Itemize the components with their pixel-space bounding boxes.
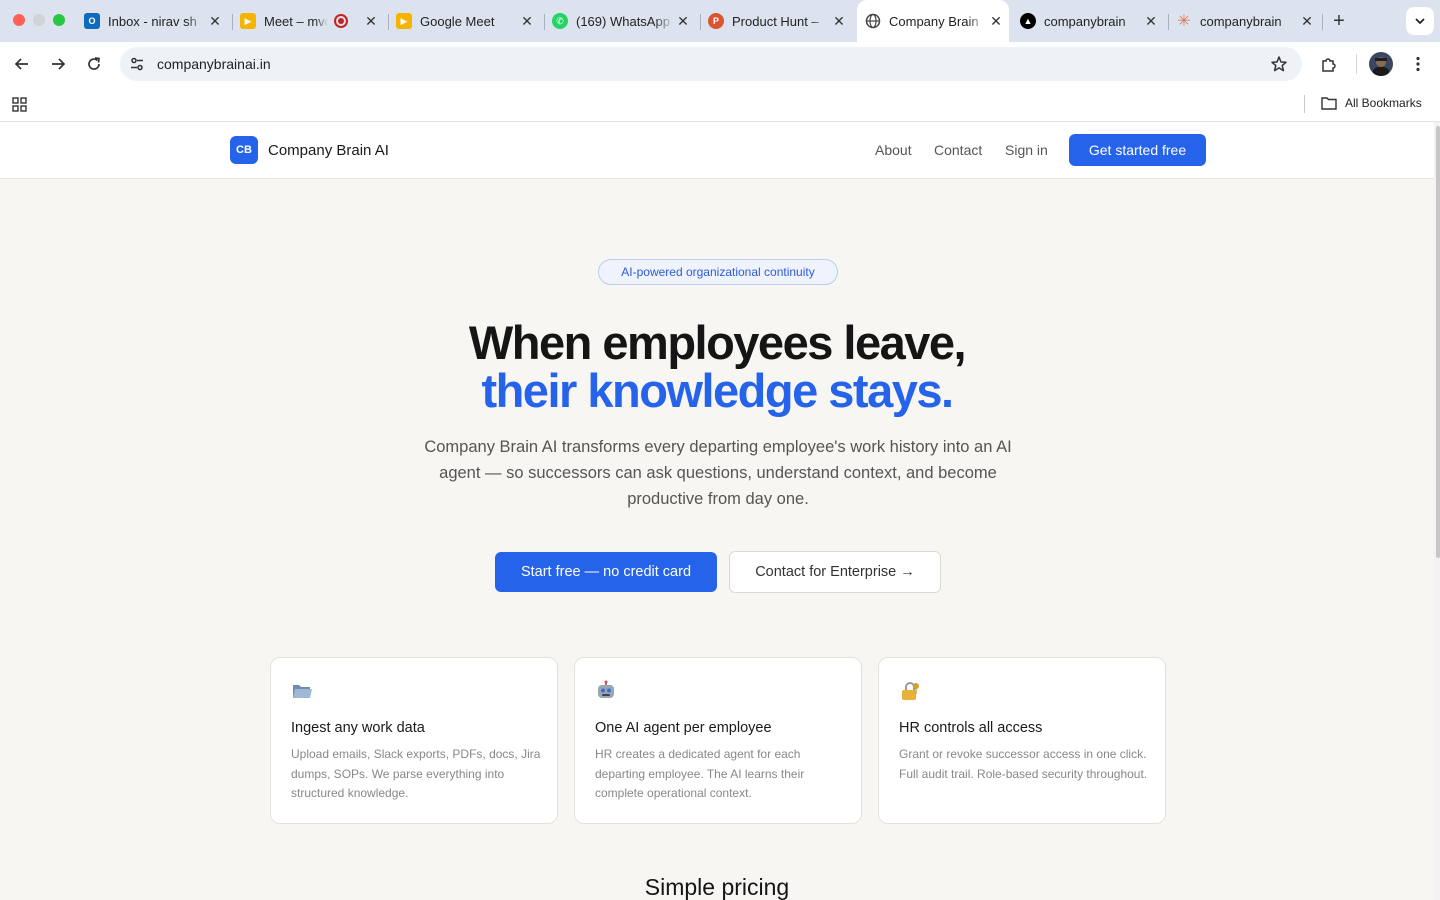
feature-title: One AI agent per employee — [595, 720, 772, 736]
vercel-icon: ▲ — [1020, 13, 1036, 29]
tab-separator — [700, 14, 701, 30]
browser-tab-strip: O Inbox - nirav sh ✕ ▶ Meet – mvc ✕ ▶ Go… — [0, 0, 1440, 42]
new-tab-button[interactable]: + — [1329, 10, 1349, 33]
folder-outline-icon — [1321, 97, 1337, 110]
tab-separator — [388, 14, 389, 30]
url-text: companybrainai.in — [157, 56, 271, 72]
feature-description: HR creates a dedicated agent for each de… — [595, 747, 805, 800]
close-tab-icon[interactable]: ✕ — [1142, 13, 1160, 30]
nav-contact-link[interactable]: Contact — [934, 142, 982, 158]
hero-subtext: Company Brain AI transforms every depart… — [424, 438, 1012, 508]
close-tab-icon[interactable]: ✕ — [1298, 13, 1316, 30]
robot-icon — [598, 680, 614, 698]
nav-about-link[interactable]: About — [875, 142, 912, 158]
browser-tab-vercel[interactable]: ▲ companybrain ✕ — [1020, 6, 1164, 36]
browser-tab-inbox[interactable]: O Inbox - nirav sh ✕ — [84, 6, 228, 36]
browser-tab-claude[interactable]: ✳ companybrain ✕ — [1176, 6, 1320, 36]
browser-tab-product-hunt[interactable]: P Product Hunt – ✕ — [708, 6, 852, 36]
puzzle-icon — [1322, 58, 1336, 72]
profile-avatar[interactable] — [1369, 52, 1393, 76]
close-tab-icon[interactable]: ✕ — [987, 13, 1005, 30]
feature-card-access: HR controls all access Grant or revoke s… — [878, 657, 1166, 824]
start-free-button[interactable]: Start free — no credit card — [495, 552, 717, 592]
browser-tab-company-brain[interactable]: Company Brain ✕ — [857, 0, 1009, 42]
feature-card-ingest: Ingest any work data Upload emails, Slac… — [270, 657, 558, 824]
nav-signin-link[interactable]: Sign in — [1005, 142, 1048, 158]
close-tab-icon[interactable]: ✕ — [830, 13, 848, 30]
close-tab-icon[interactable]: ✕ — [674, 13, 692, 30]
google-meet-icon: ▶ — [240, 13, 256, 29]
pricing-heading: Simple pricing — [644, 874, 790, 900]
apps-grid-icon[interactable] — [12, 97, 27, 112]
close-tab-icon[interactable]: ✕ — [518, 13, 536, 30]
address-bar[interactable]: companybrainai.in — [120, 47, 1302, 81]
reload-icon — [88, 57, 100, 70]
whatsapp-icon: ✆ — [552, 13, 568, 29]
bookmarks-divider — [1304, 95, 1305, 113]
reload-button[interactable] — [82, 52, 106, 76]
tab-separator — [1322, 14, 1323, 30]
claude-icon: ✳ — [1177, 13, 1191, 30]
bookmarks-bar: All Bookmarks — [0, 86, 1440, 122]
tab-separator — [232, 14, 233, 30]
site-header: CB Company Brain AI About Contact Sign i… — [0, 122, 1434, 179]
maximize-window-button[interactable] — [53, 14, 65, 26]
lock-icon — [902, 682, 919, 700]
toolbar-divider — [1356, 54, 1357, 74]
back-button[interactable] — [10, 52, 34, 76]
close-tab-icon[interactable]: ✕ — [362, 13, 380, 30]
folder-icon — [293, 685, 312, 698]
all-bookmarks-button[interactable]: All Bookmarks — [1321, 96, 1422, 110]
product-hunt-icon: P — [708, 13, 724, 29]
browser-toolbar: companybrainai.in — [0, 42, 1440, 86]
tab-separator — [544, 14, 545, 30]
page-scrollbar-thumb[interactable] — [1436, 126, 1440, 558]
get-started-button[interactable]: Get started free — [1069, 134, 1206, 166]
feature-description: Upload emails, Slack exports, PDFs, docs… — [291, 747, 541, 800]
recording-icon — [334, 14, 348, 28]
arrow-left-icon — [14, 58, 28, 70]
avatar-icon — [1373, 57, 1389, 76]
logo-text[interactable]: Company Brain AI — [268, 142, 389, 159]
forward-button[interactable] — [46, 52, 70, 76]
close-tab-icon[interactable]: ✕ — [206, 13, 224, 30]
hero-headline-line-2: their knowledge stays. — [481, 364, 954, 417]
close-window-button[interactable] — [13, 14, 25, 26]
logo-badge[interactable]: CB — [230, 136, 258, 164]
globe-icon — [865, 13, 881, 29]
extensions-button[interactable] — [1317, 52, 1341, 76]
minimize-window-button[interactable] — [33, 14, 45, 26]
arrow-right-icon — [52, 58, 66, 70]
site-info-icon[interactable] — [129, 56, 145, 72]
contact-enterprise-button[interactable]: Contact for Enterprise → — [729, 551, 941, 593]
kebab-menu-icon — [1416, 56, 1420, 72]
bookmark-star-icon[interactable] — [1270, 55, 1288, 73]
browser-tab-google-meet[interactable]: ▶ Google Meet ✕ — [396, 6, 540, 36]
browser-tab-whatsapp[interactable]: ✆ (169) WhatsApp ✕ — [552, 6, 696, 36]
hero-pill-badge: AI-powered organizational continuity — [598, 259, 838, 285]
feature-card-agent: One AI agent per employee HR creates a d… — [574, 657, 862, 824]
google-meet-icon: ▶ — [396, 13, 412, 29]
chrome-menu-button[interactable] — [1406, 52, 1430, 76]
all-bookmarks-label: All Bookmarks — [1345, 96, 1422, 110]
outlook-icon: O — [84, 13, 100, 29]
feature-description: Grant or revoke successor access in one … — [899, 747, 1148, 781]
browser-tab-meet-recording[interactable]: ▶ Meet – mvc ✕ — [240, 6, 384, 36]
feature-title: Ingest any work data — [291, 720, 425, 736]
hero-headline-line-1: When employees leave, — [468, 316, 967, 369]
tab-separator — [1168, 14, 1169, 30]
chevron-down-icon — [1415, 18, 1425, 25]
feature-title: HR controls all access — [899, 720, 1043, 736]
tab-search-button[interactable] — [1406, 7, 1434, 35]
